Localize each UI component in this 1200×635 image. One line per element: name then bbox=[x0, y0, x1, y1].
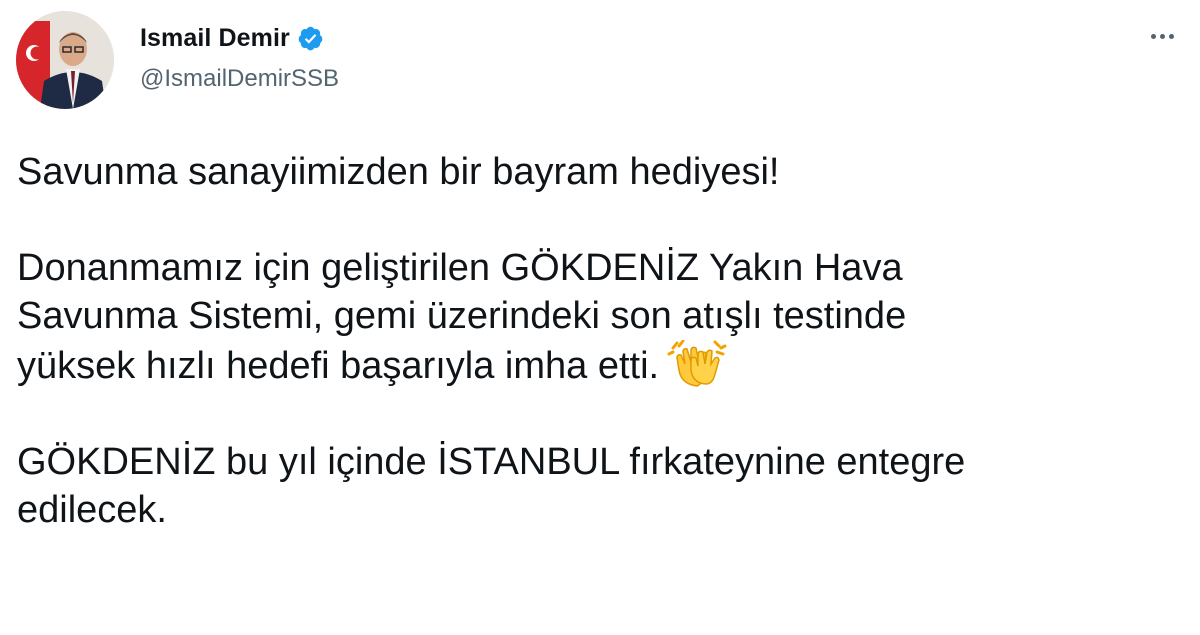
clapping-hands-icon bbox=[667, 339, 727, 390]
user-handle[interactable]: @IsmailDemirSSB bbox=[140, 65, 339, 93]
tweet-line: Donanmamız için geliştirilen GÖKDENİZ Ya… bbox=[17, 247, 903, 289]
tweet-paragraph-1: Savunma sanayiimizden bir bayram hediyes… bbox=[17, 148, 1187, 196]
tweet-line: edilecek. bbox=[17, 489, 167, 531]
profile-photo bbox=[16, 11, 114, 109]
tweet-paragraph-3: GÖKDENİZ bu yıl içinde İSTANBUL fırkatey… bbox=[17, 438, 1187, 534]
tweet-text: Savunma sanayiimizden bir bayram hediyes… bbox=[17, 148, 1187, 534]
tweet-line: Savunma sanayiimizden bir bayram hediyes… bbox=[17, 151, 780, 193]
tweet-paragraph-2: Donanmamız için geliştirilen GÖKDENİZ Ya… bbox=[17, 244, 1187, 390]
dot bbox=[1169, 34, 1174, 39]
tweet-line-with-emoji: yüksek hızlı hedefi başarıyla imha etti. bbox=[17, 339, 1187, 390]
tweet-line: yüksek hızlı hedefi başarıyla imha etti. bbox=[17, 345, 660, 387]
tweet-line: Savunma Sistemi, gemi üzerindeki son atı… bbox=[17, 295, 907, 337]
dot bbox=[1151, 34, 1156, 39]
avatar[interactable] bbox=[16, 11, 114, 109]
tweet-line: GÖKDENİZ bu yıl içinde İSTANBUL fırkatey… bbox=[17, 441, 966, 483]
more-options-icon[interactable] bbox=[1147, 28, 1178, 45]
tweet-card: Ismail Demir @IsmailDemirSSB Savunma san… bbox=[0, 0, 1200, 635]
display-name[interactable]: Ismail Demir bbox=[140, 24, 290, 53]
author-info: Ismail Demir @IsmailDemirSSB bbox=[140, 20, 339, 93]
name-row: Ismail Demir bbox=[140, 20, 339, 56]
verified-badge-icon bbox=[297, 25, 324, 52]
dot bbox=[1160, 34, 1165, 39]
